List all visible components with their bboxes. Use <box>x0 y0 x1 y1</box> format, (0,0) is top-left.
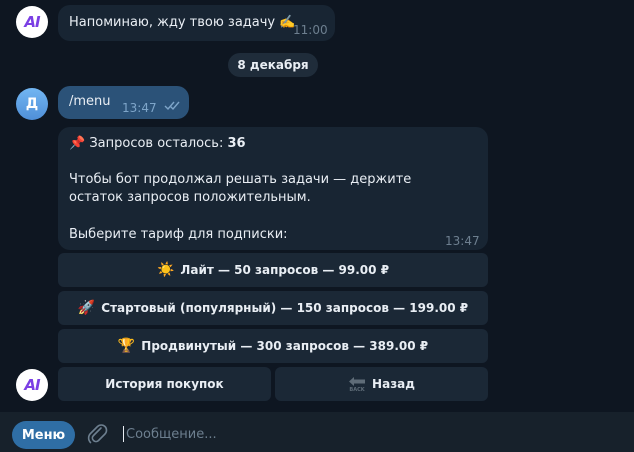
trophy-icon: 🏆 <box>117 338 136 354</box>
pin-icon: 📌 <box>69 136 86 151</box>
message-paragraph: Чтобы бот продолжал решать задачи — держ… <box>69 172 412 205</box>
bot-avatar[interactable]: AI <box>16 369 48 401</box>
rocket-icon: 🚀 <box>77 300 96 316</box>
button-label: Продвинутый — 300 запросов — 389.00 ₽ <box>141 339 429 353</box>
double-check-icon <box>164 101 180 111</box>
text-cursor <box>123 426 124 442</box>
bot-avatar-text: AI <box>24 376 40 394</box>
message-text: /menu <box>69 94 111 109</box>
tariff-advanced-button[interactable]: 🏆 Продвинутый — 300 запросов — 389.00 ₽ <box>58 329 488 363</box>
message-prompt: Выберите тариф для подписки: <box>69 227 288 242</box>
user-avatar[interactable]: Д <box>16 88 48 120</box>
paperclip-icon[interactable] <box>86 422 108 446</box>
requests-label: Запросов осталось: <box>89 136 224 151</box>
date-separator: 8 декабря <box>228 53 318 77</box>
message-composer: Меню <box>0 412 634 452</box>
bot-menu-message: 📌 Запросов осталось: 36 Чтобы бот продол… <box>58 127 488 250</box>
button-label: Стартовый (популярный) — 150 запросов — … <box>101 301 469 315</box>
bot-avatar[interactable]: AI <box>16 6 48 38</box>
user-command-message: /menu 13:47 <box>58 86 189 119</box>
message-time: 11:00 <box>293 23 328 37</box>
button-label: Лайт — 50 запросов — 99.00 ₽ <box>180 263 390 277</box>
tariff-lite-button[interactable]: ☀️ Лайт — 50 запросов — 99.00 ₽ <box>58 253 488 287</box>
message-input[interactable] <box>126 422 606 446</box>
back-icon-text: BACK <box>349 386 365 393</box>
requests-line: 📌 Запросов осталось: 36 <box>69 135 246 153</box>
message-text: Напоминаю, жду твою задачу ✍️ <box>69 15 296 30</box>
tariff-starter-button[interactable]: 🚀 Стартовый (популярный) — 150 запросов … <box>58 291 488 325</box>
bot-avatar-text: AI <box>24 13 40 31</box>
bot-reminder-message: Напоминаю, жду твою задачу ✍️ 11:00 <box>58 5 335 41</box>
chat-area: AI Напоминаю, жду твою задачу ✍️ 11:00 8… <box>0 0 634 412</box>
message-time: 13:47 <box>122 101 157 115</box>
bot-menu-button[interactable]: Меню <box>12 421 75 449</box>
message-time: 13:47 <box>445 234 480 248</box>
purchase-history-button[interactable]: История покупок <box>58 367 271 401</box>
back-button[interactable]: BACK Назад <box>275 367 488 401</box>
button-label: Назад <box>372 377 415 391</box>
sun-icon: ☀️ <box>156 262 175 278</box>
back-arrow-icon: BACK <box>348 375 366 393</box>
user-avatar-letter: Д <box>25 96 39 112</box>
button-label: История покупок <box>105 377 224 391</box>
requests-value: 36 <box>227 136 246 151</box>
